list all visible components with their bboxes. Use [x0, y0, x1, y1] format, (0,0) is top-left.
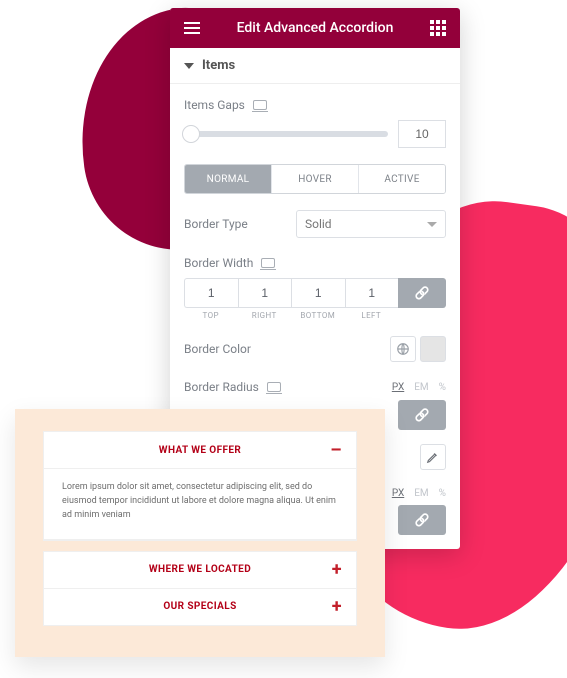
- accordion-item-title: WHAT WE OFFER: [159, 445, 241, 456]
- accordion-item-header[interactable]: WHAT WE OFFER –: [44, 432, 356, 468]
- slider-thumb[interactable]: [182, 125, 200, 143]
- tab-active[interactable]: ACTIVE: [359, 165, 445, 193]
- unit-px[interactable]: PX: [392, 382, 404, 393]
- accordion-widget: WHAT WE OFFER – Lorem ipsum dolor sit am…: [43, 431, 357, 541]
- caret-down-icon: [184, 63, 194, 69]
- chevron-down-icon: [427, 222, 437, 227]
- border-width-label: Border Width: [184, 256, 253, 270]
- accordion-widget: WHERE WE LOCATED + OUR SPECIALS +: [43, 551, 357, 626]
- label-bottom: BOTTOM: [300, 311, 335, 320]
- border-radius-label: Border Radius: [184, 380, 259, 394]
- items-gaps-row: Items Gaps: [184, 98, 446, 148]
- apps-icon[interactable]: [430, 20, 446, 36]
- unit-px[interactable]: PX: [392, 488, 404, 499]
- items-gaps-slider[interactable]: [184, 131, 388, 137]
- edit-button[interactable]: [420, 444, 446, 470]
- unit-pct[interactable]: %: [439, 488, 446, 499]
- panel-title: Edit Advanced Accordion: [237, 20, 394, 36]
- items-gaps-label: Items Gaps: [184, 98, 245, 112]
- responsive-icon[interactable]: [267, 382, 281, 392]
- section-items-header[interactable]: Items: [170, 48, 460, 84]
- global-color-button[interactable]: [390, 336, 416, 362]
- tab-normal[interactable]: NORMAL: [185, 165, 272, 193]
- accordion-item-body: Lorem ipsum dolor sit amet, consectetur …: [44, 469, 356, 540]
- border-width-right[interactable]: [238, 278, 292, 308]
- border-width-row: Border Width TOP RIGHT BOTTOM: [184, 256, 446, 320]
- border-type-select[interactable]: Solid: [296, 210, 446, 238]
- link-values-button[interactable]: [398, 278, 446, 308]
- responsive-icon[interactable]: [261, 258, 275, 268]
- label-top: TOP: [203, 311, 219, 320]
- section-title: Items: [202, 58, 235, 73]
- items-gaps-input[interactable]: [398, 120, 446, 148]
- link-icon: [415, 286, 430, 300]
- link-values-button[interactable]: [398, 400, 446, 430]
- border-width-bottom[interactable]: [291, 278, 345, 308]
- plus-icon: +: [332, 596, 342, 617]
- accordion-item-header[interactable]: WHERE WE LOCATED +: [44, 552, 356, 588]
- unit-em[interactable]: EM: [414, 488, 428, 499]
- link-values-button[interactable]: [398, 505, 446, 535]
- minus-icon: –: [330, 440, 342, 461]
- label-left: LEFT: [361, 311, 381, 320]
- border-color-label: Border Color: [184, 342, 251, 356]
- border-color-row: Border Color: [184, 336, 446, 362]
- border-width-left[interactable]: [345, 278, 399, 308]
- accordion-item-header[interactable]: OUR SPECIALS +: [44, 589, 356, 625]
- state-tabs: NORMAL HOVER ACTIVE: [184, 164, 446, 194]
- link-icon: [415, 408, 430, 422]
- unit-pct[interactable]: %: [439, 382, 446, 393]
- link-icon: [415, 513, 430, 527]
- color-swatch[interactable]: [420, 336, 446, 362]
- tab-hover[interactable]: HOVER: [272, 165, 359, 193]
- unit-em[interactable]: EM: [414, 382, 428, 393]
- border-type-value: Solid: [305, 217, 332, 231]
- responsive-icon[interactable]: [253, 100, 267, 110]
- border-type-row: Border Type Solid: [184, 210, 446, 238]
- accordion-item-title: WHERE WE LOCATED: [149, 564, 251, 575]
- panel-header: Edit Advanced Accordion: [170, 8, 460, 48]
- border-width-top[interactable]: [184, 278, 238, 308]
- border-type-label: Border Type: [184, 217, 248, 231]
- plus-icon: +: [332, 559, 342, 580]
- border-radius-row: Border Radius PX EM %: [184, 380, 446, 394]
- label-right: RIGHT: [252, 311, 277, 320]
- accordion-item-title: OUR SPECIALS: [163, 601, 236, 612]
- accordion-preview: WHAT WE OFFER – Lorem ipsum dolor sit am…: [15, 409, 385, 657]
- menu-icon[interactable]: [184, 22, 200, 34]
